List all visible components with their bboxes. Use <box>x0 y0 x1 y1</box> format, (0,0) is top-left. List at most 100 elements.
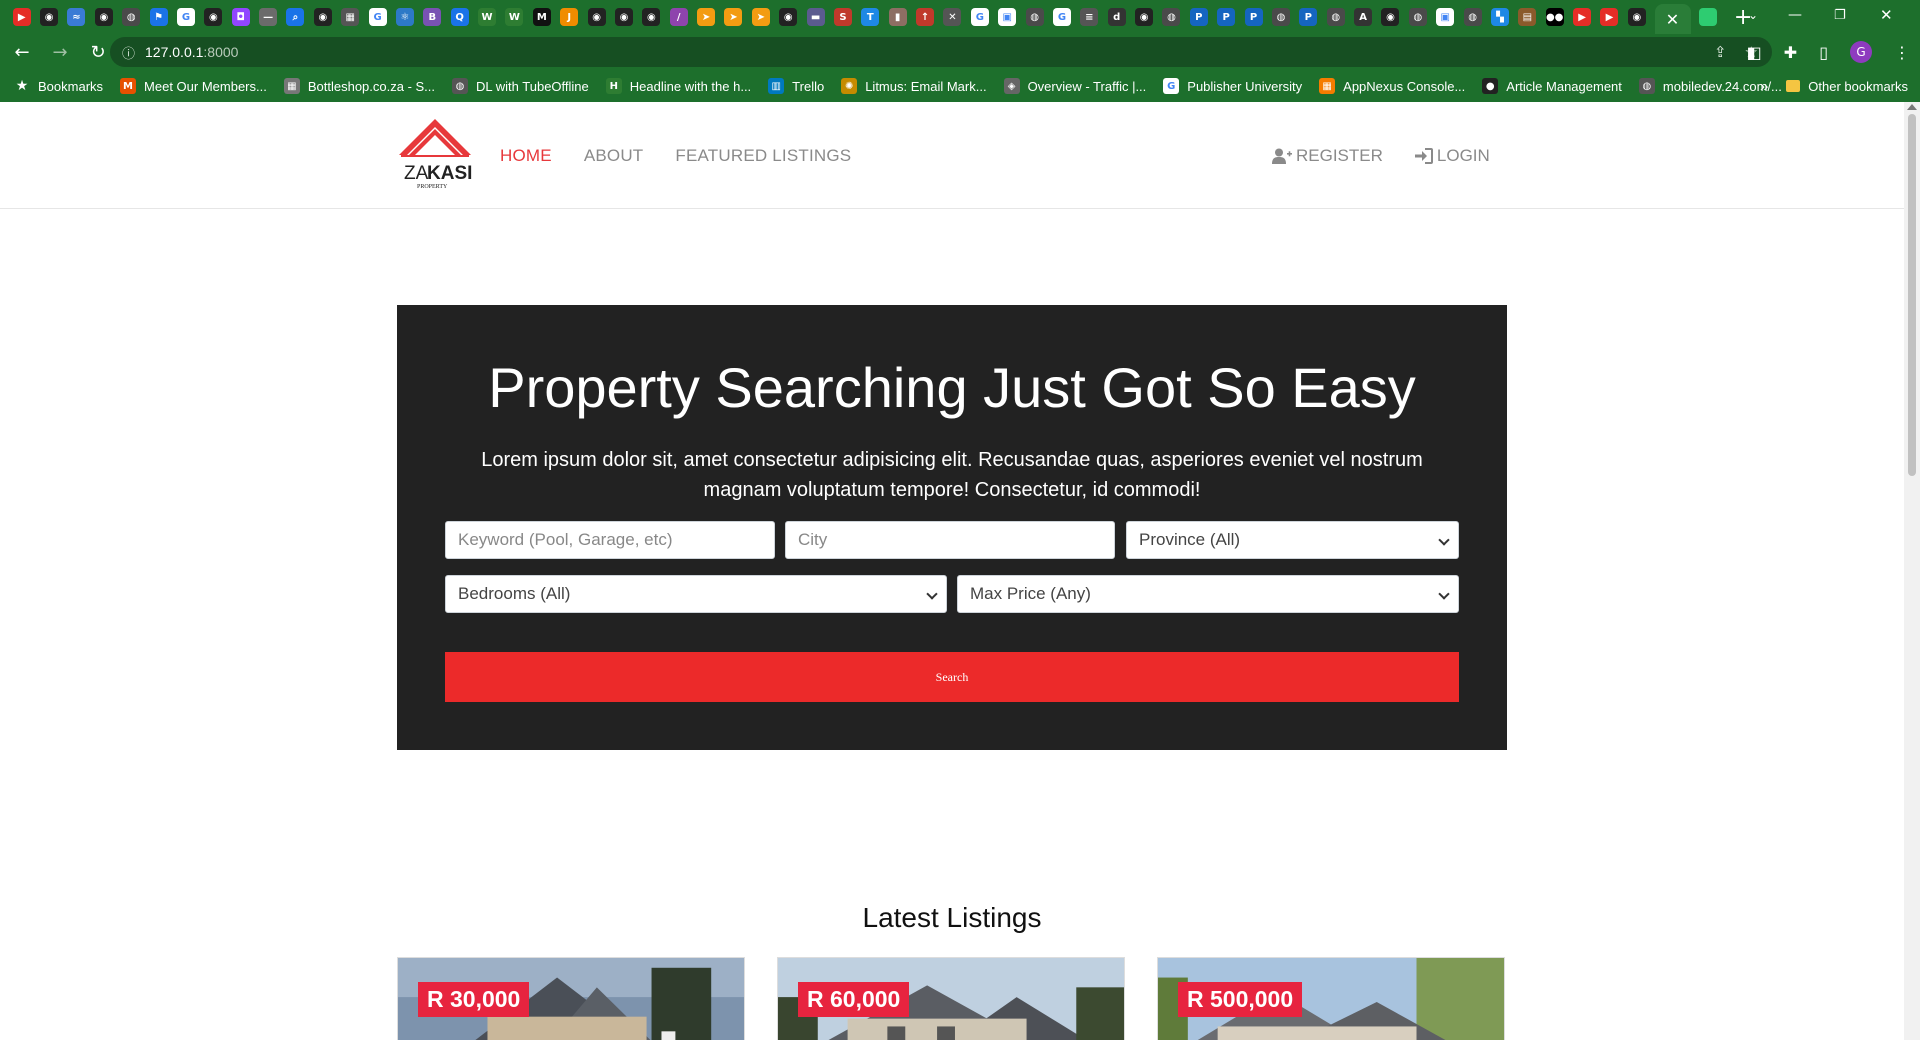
globe-icon[interactable]: ◍ <box>1025 8 1044 26</box>
github-icon[interactable]: ◉ <box>204 8 223 26</box>
globe-icon[interactable]: ◍ <box>1271 8 1290 26</box>
google-icon[interactable]: G <box>176 8 195 26</box>
dash-icon[interactable]: — <box>259 8 278 26</box>
arrow-icon[interactable]: ➤ <box>751 8 770 26</box>
sidepanel-icon[interactable]: ▯ <box>1819 43 1828 62</box>
github-icon[interactable]: ◉ <box>1627 8 1646 26</box>
arrow-icon[interactable]: ➤ <box>697 8 716 26</box>
bookmark-item[interactable]: G Publisher University <box>1163 78 1302 94</box>
province-select[interactable]: Province (All) <box>1126 521 1459 559</box>
bookmark-item[interactable]: ◍ DL with TubeOffline <box>452 78 589 94</box>
bookmark-item[interactable]: ★ Bookmarks <box>14 78 103 94</box>
github-icon[interactable]: ◉ <box>779 8 798 26</box>
x-icon[interactable]: ✕ <box>943 8 962 26</box>
github-icon[interactable]: ◉ <box>614 8 633 26</box>
other-bookmarks[interactable]: Other bookmarks <box>1786 79 1908 94</box>
globe-icon[interactable]: ◍ <box>1326 8 1345 26</box>
medium-icon[interactable]: ●● <box>1545 8 1564 26</box>
tab-search-icon[interactable]: ⌄ <box>1748 8 1788 22</box>
profile-avatar[interactable]: G <box>1850 41 1872 63</box>
blue-icon[interactable]: ▚ <box>1490 8 1509 26</box>
register-link[interactable]: REGISTER <box>1272 146 1383 166</box>
search-icon[interactable]: ⌕ <box>286 8 305 26</box>
minimize-icon[interactable]: — <box>1788 7 1834 23</box>
grid-icon[interactable]: ▦ <box>341 8 360 26</box>
image-icon[interactable]: ▣ <box>1436 8 1455 26</box>
github-icon[interactable]: ◉ <box>40 8 59 26</box>
globe-icon[interactable]: ◍ <box>1463 8 1482 26</box>
youtube-icon[interactable]: ▶ <box>12 8 31 26</box>
listing-card[interactable]: R 500,000 <box>1157 957 1505 1040</box>
twitch-icon[interactable]: ◘ <box>231 8 250 26</box>
site-logo[interactable]: ZA KASI PROPERTY <box>397 117 473 191</box>
city-input[interactable]: City <box>785 521 1115 559</box>
close-window-icon[interactable]: ✕ <box>1880 6 1920 24</box>
active-tab[interactable]: ✕ <box>1654 4 1691 34</box>
w-icon[interactable]: W <box>505 8 524 26</box>
nav-featured-listings[interactable]: FEATURED LISTINGS <box>675 146 851 166</box>
bookmark-item[interactable]: ◈ Overview - Traffic |... <box>1003 78 1146 94</box>
page-scrollbar[interactable] <box>1904 102 1920 1040</box>
stack-icon[interactable]: ≡ <box>1080 8 1099 26</box>
orange-icon[interactable]: J <box>560 8 579 26</box>
github-icon[interactable]: ◉ <box>94 8 113 26</box>
site-info-icon[interactable]: ⓘ <box>122 43 135 62</box>
red-icon[interactable]: S <box>833 8 852 26</box>
stream-icon[interactable]: ≈ <box>67 8 86 26</box>
scrollbar-thumb[interactable] <box>1908 114 1916 476</box>
share-icon[interactable]: ⇪ <box>1714 43 1727 61</box>
login-link[interactable]: LOGIN <box>1414 146 1490 166</box>
arrow-icon[interactable]: ➤ <box>724 8 743 26</box>
back-icon[interactable]: ← <box>8 42 36 63</box>
bookmarks-overflow-icon[interactable]: » <box>1760 78 1768 95</box>
bookmark-item[interactable]: ● Article Management <box>1482 78 1622 94</box>
bookmark-item[interactable]: ▦ Bottleshop.co.za - S... <box>283 78 435 94</box>
youtube-icon[interactable]: ▶ <box>1600 8 1619 26</box>
bookmark-item[interactable]: M Meet Our Members... <box>120 78 267 94</box>
t-icon[interactable]: T <box>861 8 880 26</box>
puzzle-icon[interactable]: ✚ <box>1784 43 1797 62</box>
reload-icon[interactable]: ↻ <box>84 42 112 63</box>
paypal-icon[interactable]: P <box>1299 8 1318 26</box>
extension-tab-icon[interactable] <box>1699 8 1718 26</box>
paypal-icon[interactable]: P <box>1244 8 1263 26</box>
bedrooms-select[interactable]: Bedrooms (All) <box>445 575 947 613</box>
image-icon[interactable]: ▣ <box>998 8 1017 26</box>
restore-icon[interactable]: ❐ <box>1834 8 1880 23</box>
github-icon[interactable]: ◉ <box>313 8 332 26</box>
d-icon[interactable]: d <box>1107 8 1126 26</box>
github-icon[interactable]: ◉ <box>1381 8 1400 26</box>
flag-icon[interactable]: ⚑ <box>149 8 168 26</box>
globe-icon[interactable]: ◍ <box>1162 8 1181 26</box>
github-icon[interactable]: ◉ <box>587 8 606 26</box>
menu-dots-icon[interactable]: ⋮ <box>1894 43 1910 62</box>
youtube-icon[interactable]: ▶ <box>1573 8 1592 26</box>
nav-home[interactable]: HOME <box>500 146 552 166</box>
globe-icon[interactable]: ◍ <box>1408 8 1427 26</box>
github-icon[interactable]: ◉ <box>642 8 661 26</box>
github-icon[interactable]: ◉ <box>1135 8 1154 26</box>
react-icon[interactable]: ⚛ <box>395 8 414 26</box>
m-icon[interactable]: M <box>532 8 551 26</box>
google-icon[interactable]: G <box>1052 8 1071 26</box>
keyword-input[interactable]: Keyword (Pool, Garage, etc) <box>445 521 775 559</box>
bootstrap-icon[interactable]: B <box>423 8 442 26</box>
listing-card[interactable]: R 30,000 <box>397 957 745 1040</box>
listing-card[interactable]: R 60,000 <box>777 957 1125 1040</box>
google-icon[interactable]: G <box>970 8 989 26</box>
tab-close-icon[interactable]: ✕ <box>1666 10 1679 29</box>
extension-icon[interactable]: ◧ <box>1747 43 1762 62</box>
box-icon[interactable]: ▬ <box>806 8 825 26</box>
google-icon[interactable]: G <box>368 8 387 26</box>
scroll-up-icon[interactable] <box>1907 104 1917 110</box>
forward-icon[interactable]: → <box>46 42 74 63</box>
address-input[interactable]: ⓘ 127.0.0.1:8000 ⇪ ☆ <box>110 37 1772 67</box>
box-icon[interactable]: ▤ <box>1518 8 1537 26</box>
paypal-icon[interactable]: P <box>1217 8 1236 26</box>
bookmark-item[interactable]: ▦ AppNexus Console... <box>1319 78 1465 94</box>
bookmark-item[interactable]: ▥ Trello <box>768 78 824 94</box>
paypal-icon[interactable]: P <box>1189 8 1208 26</box>
doc-icon[interactable]: ▮ <box>888 8 907 26</box>
bookmark-item[interactable]: ✺ Litmus: Email Mark... <box>841 78 987 94</box>
a-icon[interactable]: A <box>1354 8 1373 26</box>
